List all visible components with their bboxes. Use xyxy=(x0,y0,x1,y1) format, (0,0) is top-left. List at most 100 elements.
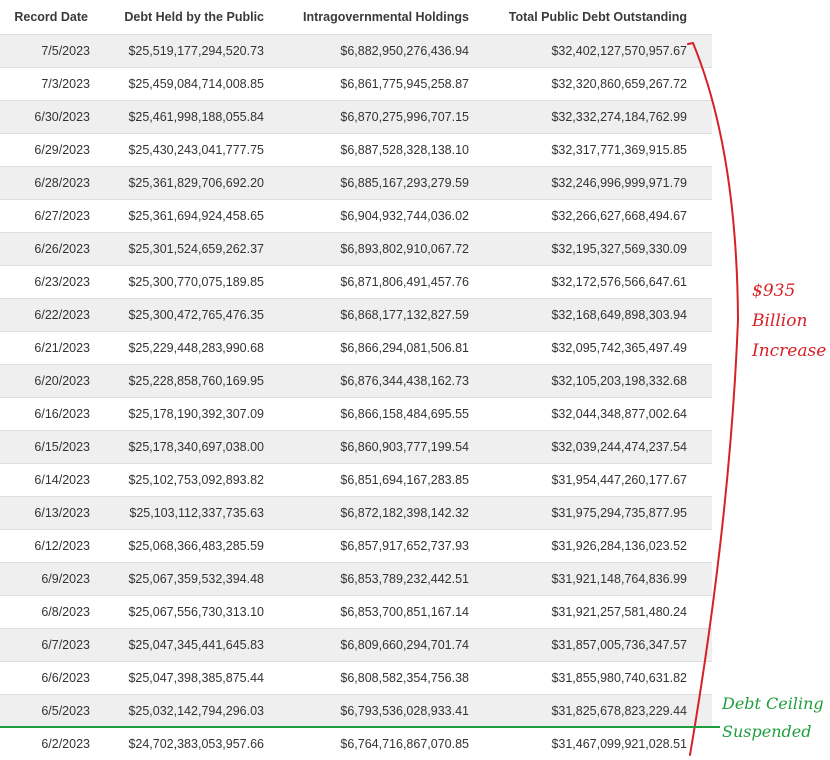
cell-intragovernmental-holdings: $6,882,950,276,436.94 xyxy=(340,44,469,58)
cell-debt-held-by-public: $25,361,829,706,692.20 xyxy=(128,176,264,190)
cell-record-date: 6/26/2023 xyxy=(34,242,90,256)
cell-total-public-debt: $32,320,860,659,267.72 xyxy=(551,77,687,91)
cell-intragovernmental-holdings: $6,866,294,081,506.81 xyxy=(340,341,469,355)
header-intragovernmental-holdings[interactable]: Intragovernmental Holdings xyxy=(264,10,469,24)
cell-intragovernmental-holdings: $6,871,806,491,457.76 xyxy=(340,275,469,289)
cell-record-date: 6/23/2023 xyxy=(34,275,90,289)
cell-total-public-debt: $31,954,447,260,177.67 xyxy=(551,473,687,487)
cell-record-date: 6/5/2023 xyxy=(41,704,90,718)
cell-intragovernmental-holdings: $6,793,536,028,933.41 xyxy=(340,704,469,718)
table-row: 6/15/2023 $25,178,340,697,038.00 $6,860,90… xyxy=(0,430,712,463)
cell-total-public-debt: $32,246,996,999,971.79 xyxy=(551,176,687,190)
cell-intragovernmental-holdings: $6,870,275,996,707.15 xyxy=(340,110,469,124)
cell-debt-held-by-public: $25,067,556,730,313.10 xyxy=(128,605,264,619)
cell-intragovernmental-holdings: $6,860,903,777,199.54 xyxy=(340,440,469,454)
cell-intragovernmental-holdings: $6,893,802,910,067.72 xyxy=(340,242,469,256)
table-row: 6/29/2023 $25,430,243,041,777.75 $6,887,52… xyxy=(0,133,712,166)
cell-record-date: 6/22/2023 xyxy=(34,308,90,322)
table-row: 7/3/2023 $25,459,084,714,008.85 $6,861,775… xyxy=(0,67,712,100)
cell-total-public-debt: $32,105,203,198,332.68 xyxy=(551,374,687,388)
header-total-public-debt[interactable]: Total Public Debt Outstanding xyxy=(469,10,687,24)
increase-annotation: $935 Billion Increase xyxy=(752,276,826,366)
cell-intragovernmental-holdings: $6,857,917,652,737.93 xyxy=(340,539,469,553)
table-row: 6/13/2023 $25,103,112,337,735.63 $6,872,18… xyxy=(0,496,712,529)
table-row: 6/2/2023 $24,702,383,053,957.66 $6,764,716… xyxy=(0,727,712,760)
cell-total-public-debt: $32,095,742,365,497.49 xyxy=(551,341,687,355)
cell-total-public-debt: $31,921,148,764,836.99 xyxy=(551,572,687,586)
cell-total-public-debt: $32,168,649,898,303.94 xyxy=(551,308,687,322)
cell-record-date: 6/29/2023 xyxy=(34,143,90,157)
table-row: 6/26/2023 $25,301,524,659,262.37 $6,893,80… xyxy=(0,232,712,265)
cell-record-date: 6/21/2023 xyxy=(34,341,90,355)
cell-total-public-debt: $32,332,274,184,762.99 xyxy=(551,110,687,124)
cell-debt-held-by-public: $25,178,340,697,038.00 xyxy=(128,440,264,454)
table-row: 6/30/2023 $25,461,998,188,055.84 $6,870,27… xyxy=(0,100,712,133)
cell-intragovernmental-holdings: $6,876,344,438,162.73 xyxy=(340,374,469,388)
cell-debt-held-by-public: $25,430,243,041,777.75 xyxy=(128,143,264,157)
cell-total-public-debt: $32,172,576,566,647.61 xyxy=(551,275,687,289)
cell-total-public-debt: $32,195,327,569,330.09 xyxy=(551,242,687,256)
cell-debt-held-by-public: $25,300,472,765,476.35 xyxy=(128,308,264,322)
cell-intragovernmental-holdings: $6,904,932,744,036.02 xyxy=(340,209,469,223)
cell-intragovernmental-holdings: $6,861,775,945,258.87 xyxy=(340,77,469,91)
cell-debt-held-by-public: $25,032,142,794,296.03 xyxy=(128,704,264,718)
debt-ceiling-annotation-line1: Debt Ceiling xyxy=(722,694,824,713)
cell-debt-held-by-public: $25,300,770,075,189.85 xyxy=(128,275,264,289)
cell-record-date: 6/2/2023 xyxy=(41,737,90,751)
cell-debt-held-by-public: $25,459,084,714,008.85 xyxy=(128,77,264,91)
header-debt-held-by-public[interactable]: Debt Held by the Public xyxy=(90,10,264,24)
cell-intragovernmental-holdings: $6,887,528,328,138.10 xyxy=(340,143,469,157)
cell-debt-held-by-public: $25,519,177,294,520.73 xyxy=(128,44,264,58)
table-row: 6/23/2023 $25,300,770,075,189.85 $6,871,80… xyxy=(0,265,712,298)
increase-annotation-amount: $935 xyxy=(752,281,796,301)
cell-intragovernmental-holdings: $6,853,700,851,167.14 xyxy=(340,605,469,619)
table-row: 6/7/2023 $25,047,345,441,645.83 $6,809,660… xyxy=(0,628,712,661)
cell-debt-held-by-public: $25,178,190,392,307.09 xyxy=(128,407,264,421)
cell-debt-held-by-public: $24,702,383,053,957.66 xyxy=(128,737,264,751)
cell-record-date: 7/3/2023 xyxy=(41,77,90,91)
cell-intragovernmental-holdings: $6,853,789,232,442.51 xyxy=(340,572,469,586)
cell-record-date: 6/16/2023 xyxy=(34,407,90,421)
table-row: 6/21/2023 $25,229,448,283,990.68 $6,866,29… xyxy=(0,331,712,364)
cell-debt-held-by-public: $25,301,524,659,262.37 xyxy=(128,242,264,256)
cell-debt-held-by-public: $25,461,998,188,055.84 xyxy=(128,110,264,124)
cell-record-date: 6/13/2023 xyxy=(34,506,90,520)
table-row: 6/27/2023 $25,361,694,924,458.65 $6,904,93… xyxy=(0,199,712,232)
cell-debt-held-by-public: $25,067,359,532,394.48 xyxy=(128,572,264,586)
cell-intragovernmental-holdings: $6,872,182,398,142.32 xyxy=(340,506,469,520)
increase-annotation-word: Increase xyxy=(752,341,827,361)
debt-ceiling-annotation: Debt Ceiling Suspended xyxy=(722,690,824,746)
cell-total-public-debt: $31,975,294,735,877.95 xyxy=(551,506,687,520)
table-row: 6/14/2023 $25,102,753,092,893.82 $6,851,69… xyxy=(0,463,712,496)
table-row: 6/9/2023 $25,067,359,532,394.48 $6,853,789… xyxy=(0,562,712,595)
cell-total-public-debt: $31,825,678,823,229.44 xyxy=(551,704,687,718)
cell-debt-held-by-public: $25,102,753,092,893.82 xyxy=(128,473,264,487)
cell-record-date: 6/27/2023 xyxy=(34,209,90,223)
header-record-date[interactable]: Record Date xyxy=(0,10,90,24)
cell-record-date: 6/7/2023 xyxy=(41,638,90,652)
cell-debt-held-by-public: $25,047,398,385,875.44 xyxy=(128,671,264,685)
cell-debt-held-by-public: $25,228,858,760,169.95 xyxy=(128,374,264,388)
cell-debt-held-by-public: $25,229,448,283,990.68 xyxy=(128,341,264,355)
table-row: 6/16/2023 $25,178,190,392,307.09 $6,866,15… xyxy=(0,397,712,430)
cell-total-public-debt: $32,317,771,369,915.85 xyxy=(551,143,687,157)
cell-record-date: 6/30/2023 xyxy=(34,110,90,124)
cell-intragovernmental-holdings: $6,885,167,293,279.59 xyxy=(340,176,469,190)
cell-intragovernmental-holdings: $6,866,158,484,695.55 xyxy=(340,407,469,421)
table-body: 7/5/2023 $25,519,177,294,520.73 $6,882,950… xyxy=(0,34,712,760)
cell-total-public-debt: $32,039,244,474,237.54 xyxy=(551,440,687,454)
table-row: 7/5/2023 $25,519,177,294,520.73 $6,882,950… xyxy=(0,34,712,67)
table-row: 6/6/2023 $25,047,398,385,875.44 $6,808,582… xyxy=(0,661,712,694)
cell-total-public-debt: $31,926,284,136,023.52 xyxy=(551,539,687,553)
cell-record-date: 6/15/2023 xyxy=(34,440,90,454)
cell-total-public-debt: $31,857,005,736,347.57 xyxy=(551,638,687,652)
cell-intragovernmental-holdings: $6,851,694,167,283.85 xyxy=(340,473,469,487)
cell-record-date: 6/6/2023 xyxy=(41,671,90,685)
table-row: 6/22/2023 $25,300,472,765,476.35 $6,868,17… xyxy=(0,298,712,331)
debt-ceiling-annotation-line2: Suspended xyxy=(722,722,812,741)
table-row: 6/8/2023 $25,067,556,730,313.10 $6,853,700… xyxy=(0,595,712,628)
cell-intragovernmental-holdings: $6,809,660,294,701.74 xyxy=(340,638,469,652)
cell-total-public-debt: $31,921,257,581,480.24 xyxy=(551,605,687,619)
cell-record-date: 6/20/2023 xyxy=(34,374,90,388)
cell-debt-held-by-public: $25,103,112,337,735.63 xyxy=(129,506,264,520)
